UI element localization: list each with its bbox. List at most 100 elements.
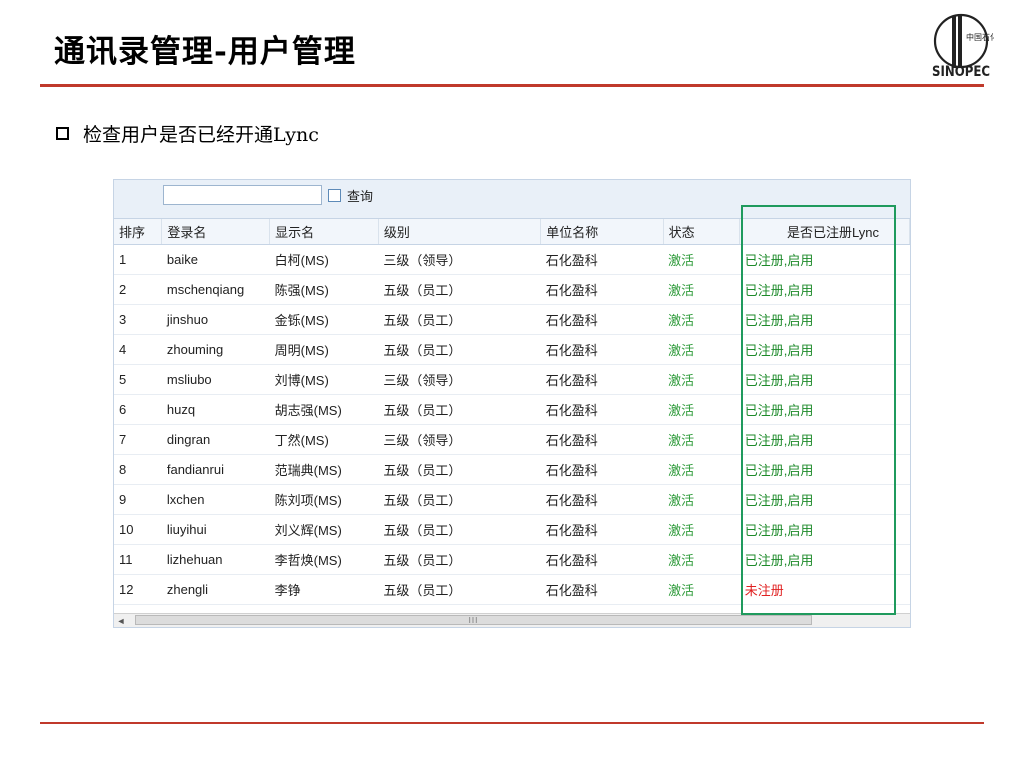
search-button-label: 查询 bbox=[347, 189, 374, 204]
scrollbar-thumb[interactable]: III bbox=[135, 615, 812, 625]
cell-level: 三级（领导） bbox=[378, 244, 541, 275]
cell-unit: 石化盈科 bbox=[540, 454, 664, 485]
cell-unit: 石化盈科 bbox=[540, 364, 664, 395]
cell-login: lizhehuan bbox=[161, 544, 270, 575]
logo-subtext: 中国石化 bbox=[966, 32, 994, 42]
cell-status: 激活 bbox=[663, 274, 740, 305]
cell-display: 陈刘项(MS) bbox=[269, 484, 379, 515]
cell-status: 激活 bbox=[663, 424, 740, 455]
cell-login: lxchen bbox=[161, 484, 270, 515]
cell-display: 胡志强(MS) bbox=[269, 394, 379, 425]
cell-order: 6 bbox=[114, 394, 162, 425]
cell-status: 激活 bbox=[663, 244, 740, 275]
search-input[interactable] bbox=[163, 185, 322, 205]
cell-level: 五级（员工） bbox=[378, 334, 541, 365]
footer-rule bbox=[40, 722, 984, 724]
cell-unit: 石化盈科 bbox=[540, 274, 664, 305]
table-row[interactable]: 7 dingran 丁然(MS) 三级（领导） 石化盈科 激活 已注册,启用 bbox=[114, 424, 910, 455]
cell-display: 白柯(MS) bbox=[269, 244, 379, 275]
table-row[interactable]: 6 huzq 胡志强(MS) 五级（员工） 石化盈科 激活 已注册,启用 bbox=[114, 394, 910, 425]
cell-lync: 已注册,启用 bbox=[739, 304, 910, 335]
cell-lync: 已注册,启用 bbox=[739, 484, 910, 515]
title-rule bbox=[40, 84, 984, 87]
cell-login: huzq bbox=[161, 394, 270, 425]
cell-status: 激活 bbox=[663, 514, 740, 545]
cell-level: 五级（员工） bbox=[378, 574, 541, 605]
bullet-item: 检查用户是否已经开通Lync bbox=[56, 120, 319, 147]
cell-lync: 已注册,启用 bbox=[739, 544, 910, 575]
cell-unit: 石化盈科 bbox=[540, 304, 664, 335]
cell-order: 11 bbox=[114, 544, 162, 575]
header-row: 排序 登录名 显示名 级别 单位名称 状态 是否已注册Lync bbox=[114, 219, 910, 245]
table-row[interactable]: 12 zhengli 李铮 五级（员工） 石化盈科 激活 未注册 bbox=[114, 574, 910, 605]
cell-display: 周明(MS) bbox=[269, 334, 379, 365]
cell-level: 五级（员工） bbox=[378, 514, 541, 545]
cell-level: 五级（员工） bbox=[378, 394, 541, 425]
horizontal-scrollbar[interactable]: ◄ III bbox=[114, 613, 910, 627]
cell-login: jinshuo bbox=[161, 304, 270, 335]
cell-order: 1 bbox=[114, 244, 162, 275]
cell-level: 三级（领导） bbox=[378, 424, 541, 455]
cell-status: 激活 bbox=[663, 394, 740, 425]
user-grid: 查询 排序 登录名 显示名 级别 单位名称 状态 是否已注册Lync 1 baik… bbox=[113, 179, 911, 628]
scroll-left-icon[interactable]: ◄ bbox=[114, 614, 128, 627]
cell-login: fandianrui bbox=[161, 454, 270, 485]
grid-toolbar: 查询 bbox=[114, 180, 910, 219]
cell-lync: 未注册 bbox=[739, 574, 910, 605]
cell-order: 12 bbox=[114, 574, 162, 605]
cell-login: dingran bbox=[161, 424, 270, 455]
cell-unit: 石化盈科 bbox=[540, 574, 664, 605]
table-row[interactable]: 9 lxchen 陈刘项(MS) 五级（员工） 石化盈科 激活 已注册,启用 bbox=[114, 484, 910, 515]
cell-order: 7 bbox=[114, 424, 162, 455]
cell-display: 李铮 bbox=[269, 574, 379, 605]
table-row[interactable]: 1 baike 白柯(MS) 三级（领导） 石化盈科 激活 已注册,启用 bbox=[114, 244, 910, 275]
cell-display: 范瑞典(MS) bbox=[269, 454, 379, 485]
bullet-text: 检查用户是否已经开通Lync bbox=[83, 124, 319, 146]
column-header-level[interactable]: 级别 bbox=[378, 219, 542, 245]
cell-display: 丁然(MS) bbox=[269, 424, 379, 455]
search-checkbox-icon bbox=[328, 189, 341, 202]
cell-lync: 已注册,启用 bbox=[739, 334, 910, 365]
table-row[interactable]: 11 lizhehuan 李哲焕(MS) 五级（员工） 石化盈科 激活 已注册,启用 bbox=[114, 544, 910, 575]
cell-order: 3 bbox=[114, 304, 162, 335]
cell-login: liuyihui bbox=[161, 514, 270, 545]
cell-lync: 已注册,启用 bbox=[739, 514, 910, 545]
cell-login: mschenqiang bbox=[161, 274, 270, 305]
square-bullet-icon bbox=[56, 127, 69, 140]
cell-display: 刘博(MS) bbox=[269, 364, 379, 395]
cell-order: 5 bbox=[114, 364, 162, 395]
cell-lync: 已注册,启用 bbox=[739, 244, 910, 275]
column-header-order[interactable]: 排序 bbox=[114, 219, 163, 245]
table-row[interactable]: 4 zhouming 周明(MS) 五级（员工） 石化盈科 激活 已注册,启用 bbox=[114, 334, 910, 365]
cell-lync: 已注册,启用 bbox=[739, 274, 910, 305]
cell-display: 金铄(MS) bbox=[269, 304, 379, 335]
table-row[interactable]: 8 fandianrui 范瑞典(MS) 五级（员工） 石化盈科 激活 已注册,启用 bbox=[114, 454, 910, 485]
column-header-login[interactable]: 登录名 bbox=[161, 219, 271, 245]
cell-login: msliubo bbox=[161, 364, 270, 395]
column-header-status[interactable]: 状态 bbox=[663, 219, 741, 245]
table-row[interactable]: 5 msliubo 刘博(MS) 三级（领导） 石化盈科 激活 已注册,启用 bbox=[114, 364, 910, 395]
cell-status: 激活 bbox=[663, 484, 740, 515]
column-header-display[interactable]: 显示名 bbox=[269, 219, 379, 245]
cell-status: 激活 bbox=[663, 544, 740, 575]
column-header-unit[interactable]: 单位名称 bbox=[540, 219, 664, 245]
table-row[interactable]: 10 liuyihui 刘义辉(MS) 五级（员工） 石化盈科 激活 已注册,启用 bbox=[114, 514, 910, 545]
cell-display: 陈强(MS) bbox=[269, 274, 379, 305]
cell-unit: 石化盈科 bbox=[540, 394, 664, 425]
cell-unit: 石化盈科 bbox=[540, 424, 664, 455]
table-row[interactable]: 3 jinshuo 金铄(MS) 五级（员工） 石化盈科 激活 已注册,启用 bbox=[114, 304, 910, 335]
cell-status: 激活 bbox=[663, 574, 740, 605]
sinopec-logo: 中国石化 SINOPEC bbox=[932, 13, 994, 78]
table-row[interactable]: 2 mschenqiang 陈强(MS) 五级（员工） 石化盈科 激活 已注册,启用 bbox=[114, 274, 910, 305]
cell-order: 10 bbox=[114, 514, 162, 545]
cell-display: 李哲焕(MS) bbox=[269, 544, 379, 575]
column-header-lync[interactable]: 是否已注册Lync bbox=[739, 219, 910, 245]
cell-order: 9 bbox=[114, 484, 162, 515]
search-button[interactable]: 查询 bbox=[328, 186, 373, 205]
cell-level: 五级（员工） bbox=[378, 484, 541, 515]
slide-title: 通讯录管理-用户管理 bbox=[54, 34, 356, 70]
cell-level: 五级（员工） bbox=[378, 304, 541, 335]
user-table: 排序 登录名 显示名 级别 单位名称 状态 是否已注册Lync 1 baike 白柯… bbox=[114, 219, 910, 605]
cell-status: 激活 bbox=[663, 304, 740, 335]
cell-status: 激活 bbox=[663, 334, 740, 365]
